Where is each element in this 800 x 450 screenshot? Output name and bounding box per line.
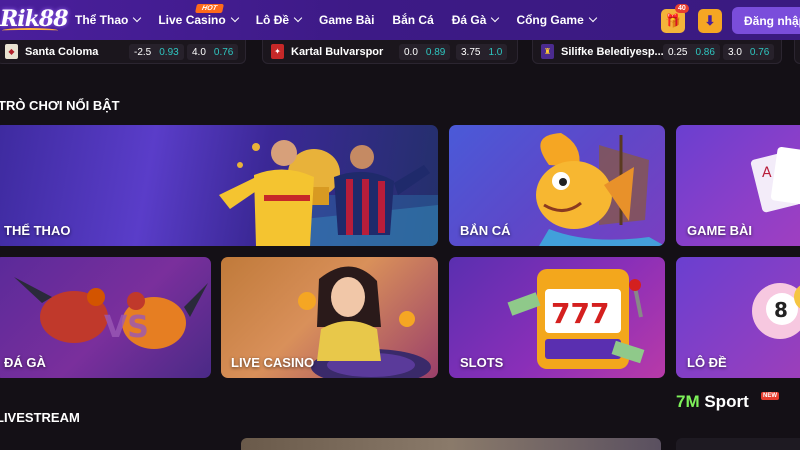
- match-item[interactable]: [794, 40, 800, 64]
- menu-label: Thể Thao: [75, 13, 129, 27]
- game-card-live-casino[interactable]: LIVE CASINO: [221, 257, 438, 378]
- odds-price: 0.86: [695, 46, 715, 58]
- livestream-card[interactable]: [241, 438, 661, 450]
- odds-line: 0.25: [668, 46, 688, 58]
- odds-total[interactable]: 4.0 0.76: [187, 44, 239, 60]
- svg-text:A: A: [762, 165, 772, 181]
- chevron-down-icon: [491, 13, 500, 23]
- card-label: LÔ ĐỀ: [687, 355, 727, 370]
- odds-price: 1.0: [488, 46, 503, 58]
- svg-text:8: 8: [774, 298, 788, 322]
- download-button[interactable]: ⬇: [698, 9, 722, 33]
- team-crest-icon: ◆: [5, 44, 18, 59]
- chevron-down-icon: [588, 13, 598, 23]
- menu-item-ban-ca[interactable]: Bắn Cá: [392, 13, 433, 27]
- game-card-slots[interactable]: 777 SLOTS: [449, 257, 665, 378]
- odds-line: -2.5: [134, 46, 152, 58]
- menu-item-live-casino[interactable]: HOT Live Casino: [158, 4, 239, 27]
- odds-price: 0.76: [749, 46, 770, 58]
- odds-price: 0.89: [425, 46, 446, 58]
- site-logo[interactable]: Rik88: [0, 6, 68, 34]
- watermark-logo: 7M Sport NEW: [676, 392, 779, 412]
- main-menu: Thể Thao HOT Live Casino Lô Đề Game Bài B…: [75, 0, 614, 40]
- menu-item-game-bai[interactable]: Game Bài: [319, 13, 374, 27]
- game-card-the-thao[interactable]: THỂ THAO: [0, 125, 438, 246]
- hot-badge: HOT: [195, 4, 225, 13]
- odds-ticker: ◆ Santa Coloma -2.5 0.93 4.0 0.76 ✦ Kartal…: [0, 40, 800, 66]
- watermark-prefix: 7M: [676, 392, 700, 411]
- svg-text:777: 777: [551, 297, 609, 330]
- top-nav: Rik88 Thể Thao HOT Live Casino Lô Đề Game…: [0, 0, 800, 40]
- chevron-down-icon: [230, 13, 239, 23]
- team-name: Silifke Belediyesp...: [561, 45, 664, 58]
- odds-line: 3.0: [728, 46, 742, 58]
- download-icon: ⬇: [704, 13, 716, 28]
- card-label: LIVE CASINO: [231, 355, 315, 370]
- game-card-lo-de[interactable]: 8 LÔ ĐỀ: [676, 257, 800, 378]
- odds-handicap[interactable]: 0.0 0.89: [399, 44, 451, 60]
- menu-label: Game Bài: [319, 13, 375, 27]
- card-label: ĐÁ GÀ: [4, 355, 46, 370]
- odds-price: 0.76: [213, 46, 234, 58]
- odds-line: 0.0: [404, 46, 418, 58]
- card-label: THỂ THAO: [4, 223, 71, 238]
- odds-total[interactable]: 3.75 1.0: [456, 44, 508, 60]
- odds-line: 3.75: [461, 46, 481, 58]
- featured-section-title: TRÒ CHƠI NỔI BẬT: [0, 98, 120, 113]
- menu-label: Cổng Game: [516, 13, 584, 27]
- card-label: BẮN CÁ: [460, 223, 511, 238]
- watermark-suffix: Sport: [699, 392, 749, 411]
- match-item[interactable]: ✦ Kartal Bulvarspor 0.0 0.89 3.75 1.0: [262, 40, 518, 64]
- livestream-card[interactable]: [676, 438, 800, 450]
- menu-item-da-ga[interactable]: Đá Gà: [451, 13, 500, 27]
- game-card-ban-ca[interactable]: BẮN CÁ: [449, 125, 665, 246]
- gift-count-badge: 40: [675, 4, 689, 13]
- menu-label: Lô Đề: [255, 13, 290, 27]
- match-item[interactable]: ◆ Santa Coloma -2.5 0.93 4.0 0.76: [0, 40, 246, 64]
- menu-label: Bắn Cá: [392, 13, 434, 27]
- menu-label: Live Casino: [158, 13, 226, 27]
- odds-total[interactable]: 3.0 0.76: [723, 44, 775, 60]
- menu-label: Đá Gà: [451, 13, 487, 27]
- game-card-da-ga[interactable]: VS ĐÁ GÀ: [0, 257, 211, 378]
- livestream-section-title: LIVESTREAM: [0, 410, 80, 425]
- chevron-down-icon: [133, 13, 142, 23]
- odds-price: 0.93: [159, 46, 179, 58]
- gift-icon: 🎁: [664, 13, 682, 28]
- odds-line: 4.0: [192, 46, 206, 58]
- svg-text:VS: VS: [104, 310, 149, 345]
- logo-swoosh: [2, 28, 58, 33]
- menu-item-the-thao[interactable]: Thể Thao: [75, 13, 142, 27]
- game-card-game-bai[interactable]: A GAME BÀI: [676, 125, 800, 246]
- login-button[interactable]: Đăng nhập: [732, 7, 800, 34]
- team-crest-icon: ♜: [541, 44, 554, 59]
- menu-item-cong-game[interactable]: Cổng Game: [516, 13, 598, 27]
- card-label: SLOTS: [460, 355, 504, 370]
- team-crest-icon: ✦: [271, 44, 284, 59]
- odds-handicap[interactable]: 0.25 0.86: [663, 44, 720, 60]
- menu-item-lo-de[interactable]: Lô Đề: [255, 13, 303, 27]
- card-label: GAME BÀI: [687, 223, 752, 238]
- chevron-down-icon: [293, 13, 303, 23]
- team-name: Kartal Bulvarspor: [291, 45, 384, 58]
- match-item[interactable]: ♜ Silifke Belediyesp... 0.25 0.86 3.0 0.76: [532, 40, 782, 64]
- odds-handicap[interactable]: -2.5 0.93: [129, 44, 184, 60]
- team-name: Santa Coloma: [25, 45, 99, 58]
- new-badge: NEW: [761, 392, 779, 400]
